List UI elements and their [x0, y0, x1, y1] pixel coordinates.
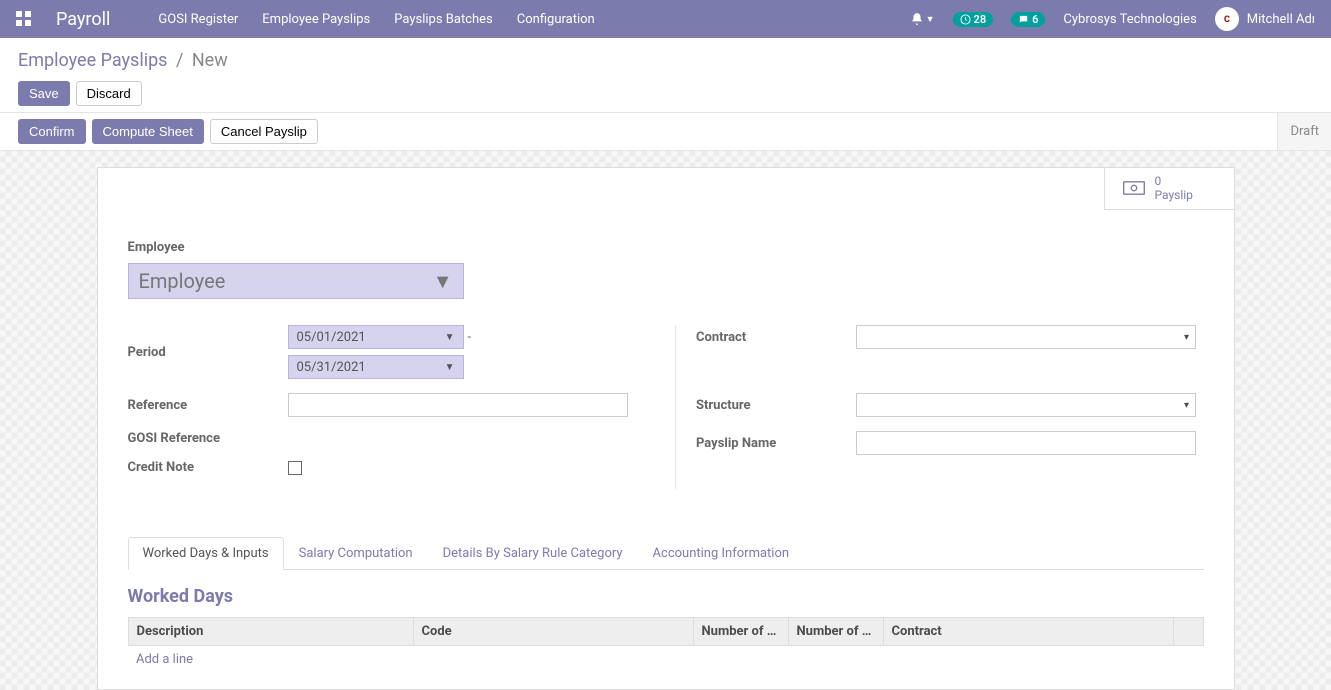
- contract-row: Contract ▾: [696, 325, 1204, 349]
- form-background: 0 Payslip Employee Employee ▼ Period: [0, 151, 1331, 690]
- tab-salary-computation[interactable]: Salary Computation: [284, 537, 428, 570]
- period-start-input[interactable]: 05/01/2021 ▼: [288, 325, 464, 349]
- discard-button[interactable]: Discard: [76, 81, 142, 106]
- payslip-name-row: Payslip Name: [696, 431, 1204, 455]
- credit-note-label: Credit Note: [128, 460, 288, 475]
- credit-note-checkbox[interactable]: [288, 461, 302, 475]
- col-contract[interactable]: Contract: [883, 618, 1173, 646]
- notifications-menu[interactable]: ▼: [910, 12, 935, 26]
- stat-count: 0: [1155, 174, 1193, 188]
- period-start-value: 05/01/2021: [297, 330, 366, 345]
- nav-menu: GOSI Register Employee Payslips Payslips…: [158, 12, 594, 27]
- tab-details-by-category[interactable]: Details By Salary Rule Category: [428, 537, 638, 570]
- chevron-down-icon: ▾: [1184, 332, 1189, 343]
- nav-item-payslips[interactable]: Employee Payslips: [262, 12, 370, 27]
- reference-input[interactable]: [288, 393, 628, 417]
- nav-right: ▼ 28 6 Cybrosys Technologies C Mitchell …: [910, 7, 1315, 31]
- caret-down-icon: ▼: [926, 14, 935, 25]
- top-navbar: Payroll GOSI Register Employee Payslips …: [0, 0, 1331, 38]
- employee-label: Employee: [128, 240, 1204, 255]
- breadcrumb-link[interactable]: Employee Payslips: [18, 50, 167, 71]
- col-number-2[interactable]: Number of …: [788, 618, 883, 646]
- contract-select[interactable]: ▾: [856, 325, 1196, 349]
- form-body: Employee Employee ▼ Period 05/01/2021 ▼: [98, 168, 1234, 509]
- messages-badge[interactable]: 6: [1011, 12, 1045, 27]
- activity-badge[interactable]: 28: [953, 12, 994, 27]
- stat-text: 0 Payslip: [1155, 174, 1193, 203]
- avatar: C: [1215, 7, 1239, 31]
- breadcrumb-current: New: [192, 50, 228, 71]
- employee-field[interactable]: Employee ▼: [128, 263, 464, 299]
- chevron-down-icon: ▾: [1184, 400, 1189, 411]
- confirm-button[interactable]: Confirm: [18, 119, 86, 144]
- svg-text:C: C: [1224, 15, 1230, 25]
- col-number-1[interactable]: Number of …: [693, 618, 788, 646]
- compute-sheet-button[interactable]: Compute Sheet: [92, 119, 204, 144]
- clock-icon: [960, 14, 971, 25]
- stat-label: Payslip: [1155, 188, 1193, 202]
- bell-icon: [910, 12, 924, 26]
- status-badge: Draft: [1277, 113, 1331, 150]
- payslip-name-input[interactable]: [856, 431, 1196, 455]
- chevron-down-icon: ▼: [445, 362, 455, 373]
- structure-row: Structure ▾: [696, 393, 1204, 417]
- titlebar: Employee Payslips / New Save Discard: [0, 38, 1331, 112]
- cancel-payslip-button[interactable]: Cancel Payslip: [210, 119, 318, 144]
- tab-worked-days[interactable]: Worked Days & Inputs: [128, 537, 284, 570]
- messages-count: 6: [1032, 13, 1038, 26]
- nav-item-batches[interactable]: Payslips Batches: [394, 12, 493, 27]
- period-end-input[interactable]: 05/31/2021 ▼: [288, 355, 464, 379]
- gosi-ref-row: GOSI Reference: [128, 431, 636, 446]
- nav-item-config[interactable]: Configuration: [517, 12, 595, 27]
- period-row: Period 05/01/2021 ▼ - 05/31/2021: [128, 325, 636, 379]
- chevron-down-icon: ▼: [445, 332, 455, 343]
- workflow-bar: Confirm Compute Sheet Cancel Payslip Dra…: [0, 112, 1331, 151]
- user-name: Mitchell Adı: [1247, 12, 1315, 27]
- col-code[interactable]: Code: [413, 618, 693, 646]
- period-end-value: 05/31/2021: [297, 360, 366, 375]
- chevron-down-icon: ▼: [433, 269, 453, 294]
- reference-label: Reference: [128, 398, 288, 413]
- form-sheet: 0 Payslip Employee Employee ▼ Period: [97, 167, 1235, 690]
- breadcrumb-sep: /: [176, 50, 183, 71]
- user-menu[interactable]: C Mitchell Adı: [1215, 7, 1315, 31]
- breadcrumb: Employee Payslips / New: [18, 50, 1313, 71]
- col-spacer: [1173, 618, 1203, 646]
- add-line-link[interactable]: Add a line: [128, 646, 1203, 674]
- save-button[interactable]: Save: [18, 81, 70, 106]
- form-columns: Period 05/01/2021 ▼ - 05/31/2021: [128, 325, 1204, 489]
- period-dash: -: [468, 330, 472, 345]
- worked-days-table: Description Code Number of … Number of ……: [128, 617, 1204, 673]
- form-col-right: Contract ▾ Structure ▾ Payslip Name: [675, 325, 1204, 489]
- apps-icon[interactable]: [16, 11, 32, 27]
- reference-row: Reference: [128, 393, 636, 417]
- gosi-ref-label: GOSI Reference: [128, 431, 288, 446]
- period-label: Period: [128, 345, 288, 360]
- structure-label: Structure: [696, 398, 856, 413]
- nav-item-gosi[interactable]: GOSI Register: [158, 12, 238, 27]
- company-name[interactable]: Cybrosys Technologies: [1063, 12, 1196, 27]
- form-tabs: Worked Days & Inputs Salary Computation …: [128, 537, 1204, 570]
- employee-placeholder: Employee: [139, 269, 226, 293]
- worked-days-title: Worked Days: [128, 586, 1204, 607]
- payslip-stat-button[interactable]: 0 Payslip: [1104, 168, 1234, 210]
- chat-icon: [1018, 14, 1029, 25]
- money-icon: [1123, 180, 1145, 196]
- structure-select[interactable]: ▾: [856, 393, 1196, 417]
- col-description[interactable]: Description: [128, 618, 413, 646]
- payslip-name-label: Payslip Name: [696, 436, 856, 451]
- app-brand[interactable]: Payroll: [56, 9, 110, 30]
- activity-count: 28: [974, 13, 987, 26]
- tab-accounting-info[interactable]: Accounting Information: [638, 537, 805, 570]
- contract-label: Contract: [696, 330, 856, 345]
- credit-note-row: Credit Note: [128, 460, 636, 475]
- form-col-left: Period 05/01/2021 ▼ - 05/31/2021: [128, 325, 636, 489]
- record-actions: Save Discard: [18, 81, 1313, 106]
